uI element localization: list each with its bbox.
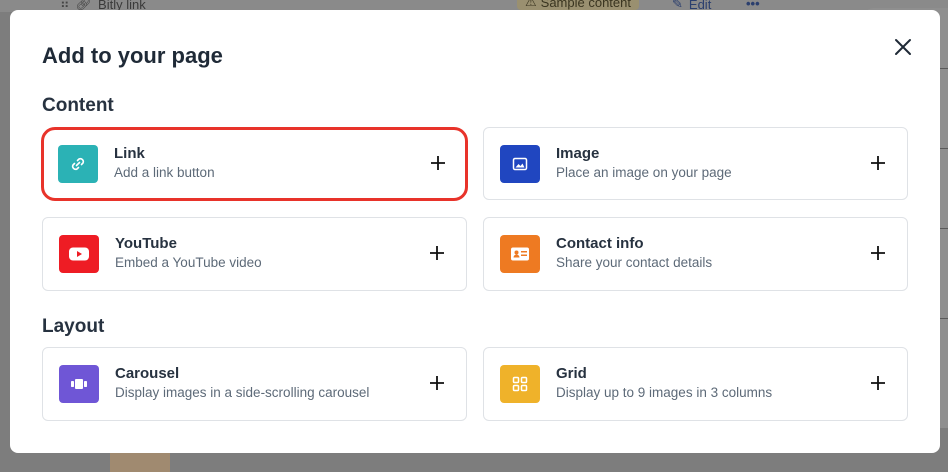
carousel-icon: [71, 379, 87, 389]
card-description: Display images in a side-scrolling carou…: [115, 385, 370, 400]
card-label: Image: [556, 145, 600, 162]
contact-icon-box: [500, 235, 540, 273]
card-description: Display up to 9 images in 3 columns: [556, 385, 773, 400]
modal-title: Add to your page: [42, 43, 223, 68]
card-label: YouTube: [115, 235, 177, 252]
card-label: Grid: [556, 365, 587, 382]
add-to-page-modal: Add to your page Content Link Add a link…: [10, 10, 940, 453]
plus-icon[interactable]: [429, 154, 447, 172]
plus-icon[interactable]: [869, 374, 887, 392]
section-title-layout: Layout: [42, 316, 105, 337]
sample-content-badge: ⚠ Sample content: [517, 0, 639, 10]
plus-icon[interactable]: [869, 244, 887, 262]
background-image-thumbnail: [110, 452, 170, 472]
close-button[interactable]: [891, 35, 915, 59]
card-description: Add a link button: [114, 165, 215, 180]
contact-card-icon: [511, 247, 529, 261]
card-label: Carousel: [115, 365, 180, 382]
add-link-card[interactable]: Link Add a link button: [41, 127, 468, 201]
grid-icon: [512, 376, 528, 392]
image-icon: [512, 157, 528, 171]
carousel-icon-box: [59, 365, 99, 403]
add-carousel-card[interactable]: Carousel Display images in a side-scroll…: [42, 347, 467, 421]
image-icon-box: [500, 145, 540, 183]
add-grid-card[interactable]: Grid Display up to 9 images in 3 columns: [483, 347, 908, 421]
plus-icon[interactable]: [869, 154, 887, 172]
section-title-content: Content: [42, 95, 114, 116]
link-icon-box: [58, 145, 98, 183]
grid-icon-box: [500, 365, 540, 403]
close-icon[interactable]: [894, 38, 912, 56]
plus-icon[interactable]: [428, 244, 446, 262]
card-description: Place an image on your page: [556, 165, 732, 180]
plus-icon[interactable]: [428, 374, 446, 392]
add-image-card[interactable]: Image Place an image on your page: [483, 127, 908, 200]
card-label: Contact info: [556, 235, 644, 252]
card-description: Share your contact details: [556, 255, 713, 270]
card-description: Embed a YouTube video: [115, 255, 262, 270]
warning-icon: ⚠: [525, 0, 537, 9]
add-contact-info-card[interactable]: Contact info Share your contact details: [483, 217, 908, 291]
card-label: Link: [114, 145, 145, 162]
youtube-icon: [69, 247, 89, 261]
youtube-icon-box: [59, 235, 99, 273]
link-icon: [71, 157, 85, 171]
add-youtube-card[interactable]: YouTube Embed a YouTube video: [42, 217, 467, 291]
